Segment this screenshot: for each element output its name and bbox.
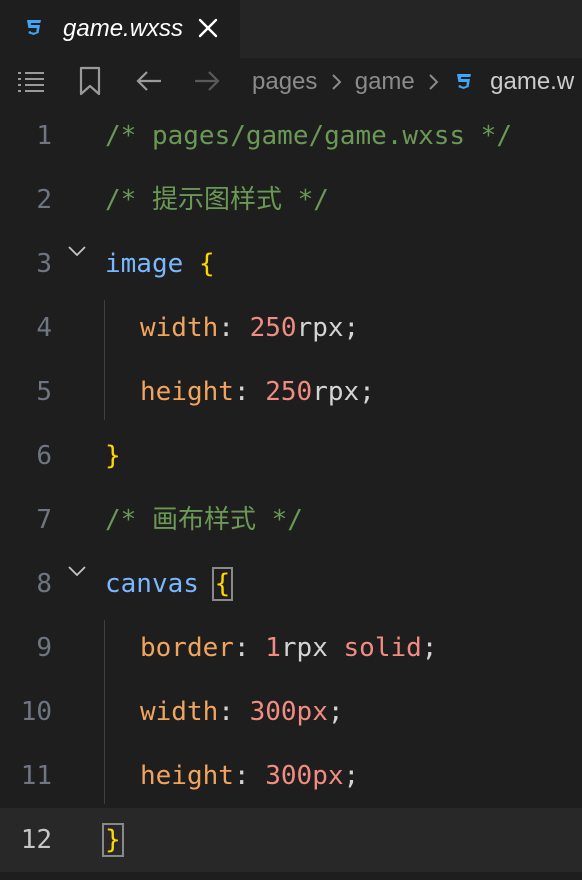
line-number: 6 (36, 441, 52, 471)
code-text: /* pages/game/game.wxss */ (105, 104, 512, 168)
code-token-property: width (140, 313, 219, 343)
chevron-right-icon (332, 73, 342, 90)
code-token-number: 300px (249, 697, 328, 727)
code-token-property: border (140, 633, 234, 663)
line-number: 9 (36, 633, 52, 663)
code-text: /* 画布样式 */ (105, 488, 303, 552)
indent-guide (104, 300, 105, 420)
breadcrumb: pages game game.w (252, 66, 574, 97)
breadcrumb-bar: pages game game.w (0, 58, 582, 104)
code-text: canvas { (105, 552, 234, 616)
tab-bar: game.wxss (0, 0, 582, 58)
line-number: 11 (20, 761, 52, 791)
code-text: /* 提示图样式 */ (105, 168, 329, 232)
code-token-brace: { (198, 249, 215, 279)
code-token-punct: : (233, 761, 266, 791)
code-editor[interactable]: 1 /* pages/game/game.wxss */ 2 /* 提示图样式 */ 3… (0, 104, 582, 880)
bookmark-icon[interactable] (78, 66, 102, 96)
code-token-property: height (140, 761, 234, 791)
code-token-punct: ; (327, 697, 344, 727)
code-token-comment: /* 画布样式 */ (105, 505, 303, 535)
code-text: height: 300px; (140, 744, 359, 808)
code-token-comment: /* pages/game/game.wxss */ (105, 121, 512, 151)
code-line[interactable]: 12} (0, 808, 582, 872)
line-number: 1 (36, 121, 52, 151)
breadcrumb-item-pages[interactable]: pages (252, 67, 317, 97)
code-token-property: width (140, 697, 219, 727)
code-text: width: 250rpx; (140, 296, 359, 360)
chevron-right-icon (429, 73, 439, 90)
code-token-punct: : (218, 697, 250, 727)
code-line[interactable]: 1 /* pages/game/game.wxss */ (0, 104, 582, 168)
line-number: 12 (20, 825, 52, 855)
code-line[interactable]: 10 width: 300px; (0, 680, 582, 744)
code-token-punct (328, 633, 344, 663)
line-number: 7 (36, 505, 52, 535)
code-token-brace: } (105, 441, 121, 471)
code-text: height: 250rpx; (140, 360, 375, 424)
code-token-number: 1 (265, 633, 281, 663)
code-token-unit: rpx (280, 633, 328, 663)
close-icon[interactable] (197, 17, 219, 39)
code-line[interactable]: 4 width: 250rpx; (0, 296, 582, 360)
code-token-comment: /* 提示图样式 */ (105, 185, 329, 215)
code-token-punct: ; (343, 313, 360, 343)
line-number: 10 (20, 697, 52, 727)
code-token-brace: { (211, 567, 234, 601)
code-text: } (102, 808, 124, 872)
code-token-punct: : (218, 313, 250, 343)
fold-chevron-icon[interactable] (66, 560, 88, 582)
indent-guide (104, 620, 105, 804)
arrow-right-icon[interactable] (192, 66, 222, 96)
code-text: image { (105, 232, 215, 296)
code-line[interactable]: 9 border: 1rpx solid; (0, 616, 582, 680)
code-token-unit: rpx (312, 377, 360, 407)
code-token-property: height (140, 377, 234, 407)
code-token-punct (183, 249, 199, 279)
code-token-punct: : (233, 377, 266, 407)
code-text: width: 300px; (140, 680, 344, 744)
line-number: 8 (36, 569, 52, 599)
code-token-punct: ; (421, 633, 438, 663)
fold-chevron-icon[interactable] (66, 240, 88, 262)
code-line[interactable]: 7 /* 画布样式 */ (0, 488, 582, 552)
code-line[interactable]: 5 height: 250rpx; (0, 360, 582, 424)
code-token-punct: : (233, 633, 266, 663)
code-token-punct: ; (343, 761, 360, 791)
code-token-number: 250 (265, 377, 313, 407)
code-line[interactable]: 3 image { (0, 232, 582, 296)
code-line[interactable]: 2 /* 提示图样式 */ (0, 168, 582, 232)
line-number: 2 (36, 185, 52, 215)
breadcrumb-item-game[interactable]: game (355, 67, 415, 97)
breadcrumb-item-file[interactable]: game.w (490, 67, 574, 97)
code-text: } (105, 424, 121, 488)
code-line[interactable]: 11 height: 300px; (0, 744, 582, 808)
code-line[interactable]: 6} (0, 424, 582, 488)
line-number: 4 (36, 313, 52, 343)
code-token-punct: ; (359, 377, 375, 407)
code-token-number: 250 (249, 313, 297, 343)
code-token-selector: image (105, 249, 184, 279)
line-number: 5 (36, 377, 52, 407)
tab-title: game.wxss (63, 15, 184, 42)
css3-icon (27, 20, 41, 35)
code-token-selector: canvas (105, 569, 199, 599)
code-token-unit: rpx (296, 313, 344, 343)
code-line[interactable]: 8 canvas { (0, 552, 582, 616)
tab-game-wxss[interactable]: game.wxss (0, 0, 240, 58)
line-number: 3 (36, 249, 52, 279)
code-text: border: 1rpx solid; (140, 616, 437, 680)
list-icon[interactable] (16, 66, 46, 96)
code-token-brace: } (102, 823, 124, 857)
css3-icon (457, 73, 472, 89)
arrow-left-icon[interactable] (134, 66, 164, 96)
code-token-value: solid (343, 633, 422, 663)
code-token-number: 300px (265, 761, 344, 791)
